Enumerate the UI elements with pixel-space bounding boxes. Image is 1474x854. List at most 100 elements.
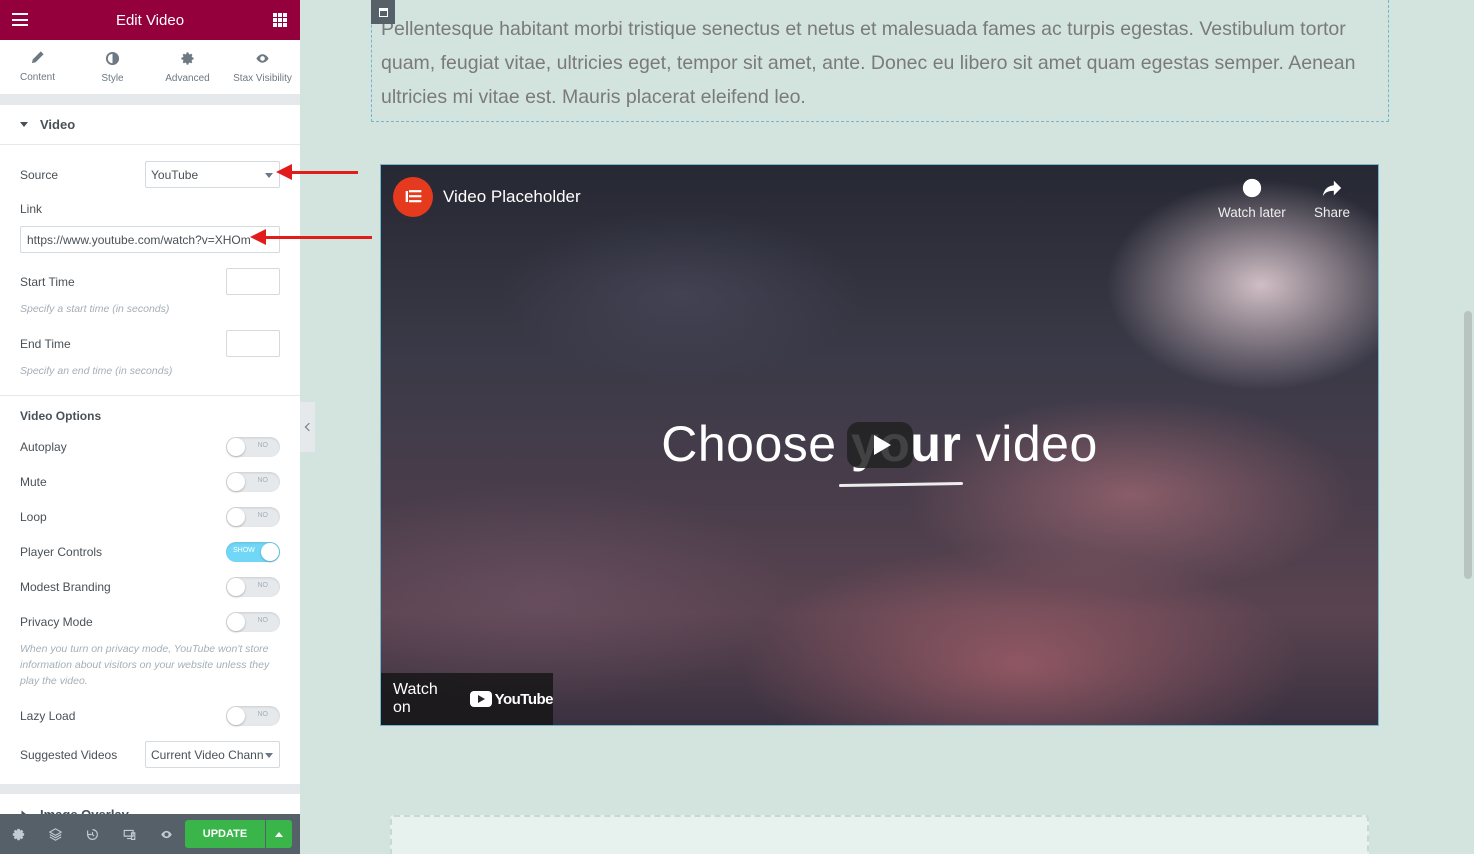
divider [0,784,300,794]
layers-icon [49,827,62,841]
text-editor-widget[interactable]: Pellentesque habitant morbi tristique se… [371,0,1389,122]
privacy-mode-label: Privacy Mode [20,614,93,629]
tab-label: Advanced [165,72,210,84]
switch-state: NO [257,710,269,718]
arrowhead-icon [250,229,266,245]
toggle-mute: Mute NO [0,464,300,499]
tab-stax-visibility[interactable]: Stax Visibility [225,40,300,94]
source-value: YouTube [151,167,199,182]
switch-state: SHOW [233,546,255,554]
end-time-input[interactable] [226,330,280,357]
menu-icon[interactable] [12,13,28,26]
headline-text: video [961,416,1098,472]
source-select[interactable]: YouTube [145,161,280,188]
start-time-control: Start Time [0,268,300,295]
start-time-label: Start Time [20,274,75,289]
headline-underline [838,481,964,488]
tab-content[interactable]: Content [0,40,75,94]
suggested-videos-value: Current Video Chann [151,747,264,762]
loop-switch[interactable]: NO [226,506,280,527]
tab-style[interactable]: Style [75,40,150,94]
preview-button[interactable] [148,814,185,854]
section-title: Video [40,117,76,132]
widgets-grid-icon[interactable] [273,13,287,27]
eye-icon [255,51,271,67]
link-input[interactable]: https://www.youtube.com/watch?v=XHOm [20,226,280,253]
start-time-input[interactable] [226,268,280,295]
end-time-help: Specify an end time (in seconds) [20,365,173,377]
player-controls-switch[interactable]: SHOW [226,541,280,562]
source-control: Source YouTube [0,161,300,188]
lazy-load-switch[interactable]: NO [226,705,280,726]
privacy-mode-switch[interactable]: NO [226,611,280,632]
mute-label: Mute [20,474,47,489]
switch-state: NO [257,616,269,624]
play-icon [873,435,891,455]
share-button[interactable]: Share [1314,177,1350,220]
modest-branding-label: Modest Branding [20,579,111,594]
switch-knob [227,507,245,526]
page-scrollbar[interactable] [1464,311,1472,579]
player-controls-label: Player Controls [20,544,103,559]
channel-avatar[interactable]: I☰ [393,177,433,217]
end-time-control: End Time [0,330,300,357]
annotation-arrow-source [276,164,358,180]
panel-header: Edit Video [0,0,300,40]
modest-branding-switch[interactable]: NO [226,576,280,597]
collapse-panel-button[interactable] [300,402,315,452]
source-label: Source [20,167,59,182]
toggle-player-controls: Player Controls SHOW [0,534,300,569]
section-video-header[interactable]: Video [0,105,300,145]
mute-switch[interactable]: NO [226,471,280,492]
tab-advanced[interactable]: Advanced [150,40,225,94]
watch-on-label: Watch on [393,681,438,716]
elementor-logo-icon: I☰ [404,189,423,206]
switch-knob [227,577,245,596]
autoplay-switch[interactable]: NO [226,436,280,457]
chevron-left-icon [304,422,314,432]
empty-section-dropzone[interactable] [390,815,1369,854]
toggle-lazy-load: Lazy Load NO [0,698,300,733]
gear-icon [180,51,196,67]
settings-button[interactable] [0,814,37,854]
half-circle-icon [105,51,121,67]
watch-on-youtube-link[interactable]: Watch on YouTube [381,673,554,725]
link-control: Link [0,202,300,216]
switch-state: NO [257,581,269,589]
video-widget[interactable]: I☰ Video Placeholder Watch later Share C… [380,164,1379,726]
switch-knob [227,472,245,491]
video-options-heading: Video Options [0,408,300,424]
navigator-button[interactable] [37,814,74,854]
switch-state: NO [257,476,269,484]
gear-icon [12,828,25,840]
update-button[interactable]: UPDATE [185,820,265,848]
devices-icon [123,829,136,840]
watch-later-button[interactable]: Watch later [1218,177,1286,220]
chevron-down-icon [265,173,273,178]
switch-state: NO [257,511,269,519]
end-time-label: End Time [20,336,71,351]
toggle-privacy-mode: Privacy Mode NO [0,604,300,639]
play-button[interactable] [847,422,913,468]
arrowhead-icon [276,164,292,180]
responsive-mode-button[interactable] [111,814,148,854]
update-options-button[interactable] [266,820,292,848]
headline-text: Choose [661,416,851,472]
clock-icon [1242,178,1262,198]
link-value: https://www.youtube.com/watch?v=XHOm [27,232,251,247]
share-label: Share [1314,205,1351,220]
history-button[interactable] [74,814,111,854]
annotation-arrow-link [250,229,372,245]
start-time-help: Specify a start time (in seconds) [20,303,170,315]
tab-label: Style [101,72,124,84]
switch-knob [227,612,245,631]
section-edit-handle[interactable] [371,0,395,24]
chevron-down-icon [265,753,273,758]
suggested-videos-select[interactable]: Current Video Chann [145,741,280,768]
history-icon [87,828,98,840]
pencil-icon [30,50,46,66]
caret-down-icon [20,122,28,127]
tab-label: Content [19,71,56,83]
video-title[interactable]: Video Placeholder [443,187,581,207]
switch-knob [261,542,279,561]
